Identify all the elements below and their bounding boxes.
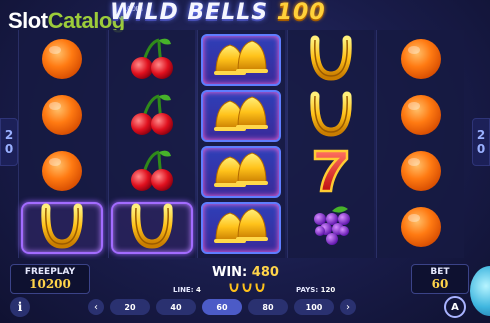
freeplay-label: FREEPLAY xyxy=(24,267,76,277)
orange-icon xyxy=(38,90,86,142)
autoplay-button[interactable]: A xyxy=(444,296,466,318)
bet-option-20[interactable]: 20 xyxy=(110,299,150,315)
bottom-panel: FREEPLAY 10200 WIN: 480 LINE: 4 PAYS: 12… xyxy=(0,258,490,323)
reel-cell xyxy=(111,90,193,142)
cherries-icon xyxy=(125,146,179,198)
reels-grid xyxy=(18,30,464,258)
bet-box: BET 60 xyxy=(411,264,469,294)
reel-5 xyxy=(376,30,464,258)
reel-2 xyxy=(107,30,196,258)
reel-cell xyxy=(290,90,372,142)
reel-cell xyxy=(380,202,462,254)
paylines-indicator-left: 20 xyxy=(0,118,18,166)
horseshoe-icon xyxy=(229,283,239,292)
reel-cell xyxy=(110,202,193,254)
horseshoe-icon xyxy=(307,34,355,86)
reel-cell xyxy=(290,34,372,86)
reel-cell xyxy=(380,34,462,86)
reel-cell xyxy=(201,146,282,198)
bells-icon xyxy=(206,147,276,197)
win-label: WIN: xyxy=(212,265,248,280)
bet-label: BET xyxy=(430,267,450,277)
line-display: LINE: 4 xyxy=(173,286,201,294)
bet-selector: ‹ 20 40 60 80 100 › xyxy=(88,299,356,315)
info-button[interactable]: i xyxy=(10,297,30,317)
reel-cell xyxy=(21,146,103,198)
cherries-icon xyxy=(125,34,179,86)
pays-display: PAYS: 120 xyxy=(296,286,336,294)
reel-cell xyxy=(21,202,104,254)
horseshoe-icon xyxy=(307,90,355,142)
orange-icon xyxy=(38,146,86,198)
bet-option-80[interactable]: 80 xyxy=(248,299,288,315)
bet-prev-button[interactable]: ‹ xyxy=(88,299,104,315)
horseshoe-counter xyxy=(229,282,265,292)
reel-4 xyxy=(286,30,375,258)
freeplay-value: 10200 xyxy=(29,277,71,291)
orange-icon xyxy=(397,146,445,198)
reel-cell xyxy=(21,34,103,86)
bells-icon xyxy=(206,203,276,253)
reel-cell xyxy=(380,90,462,142)
cherries-icon xyxy=(125,90,179,142)
reel-1 xyxy=(18,30,106,258)
bells-icon xyxy=(206,35,276,85)
horseshoe-icon xyxy=(242,283,252,292)
horseshoe-icon xyxy=(255,283,265,292)
bet-value: 60 xyxy=(431,277,449,291)
horseshoe-icon xyxy=(128,202,176,254)
bet-option-40[interactable]: 40 xyxy=(156,299,196,315)
freeplay-box: FREEPLAY 10200 xyxy=(10,264,90,294)
bet-option-60[interactable]: 60 xyxy=(202,299,242,315)
reel-cell xyxy=(111,34,193,86)
horseshoe-icon xyxy=(38,202,86,254)
reel-cell xyxy=(290,146,372,198)
grapes-icon xyxy=(306,201,356,255)
orange-icon xyxy=(397,90,445,142)
reel-cell xyxy=(380,146,462,198)
orange-icon xyxy=(38,34,86,86)
reel-cell xyxy=(290,202,372,254)
bet-next-button[interactable]: › xyxy=(340,299,356,315)
paylines-indicator-right: 20 xyxy=(472,118,490,166)
bet-option-100[interactable]: 100 xyxy=(294,299,334,315)
seven-icon xyxy=(311,145,351,199)
win-value: 480 xyxy=(251,265,279,280)
bells-icon xyxy=(206,91,276,141)
spin-button[interactable] xyxy=(470,266,490,316)
win-display: WIN: 480 xyxy=(212,265,279,280)
reel-3 xyxy=(197,30,285,258)
reel-cell xyxy=(21,90,103,142)
reel-cell xyxy=(201,34,282,86)
reel-cell xyxy=(201,90,282,142)
orange-icon xyxy=(397,34,445,86)
reel-cell xyxy=(201,202,282,254)
reel-cell xyxy=(111,146,193,198)
orange-icon xyxy=(397,202,445,254)
game-title: WILD BELLS 100 xyxy=(110,0,326,25)
